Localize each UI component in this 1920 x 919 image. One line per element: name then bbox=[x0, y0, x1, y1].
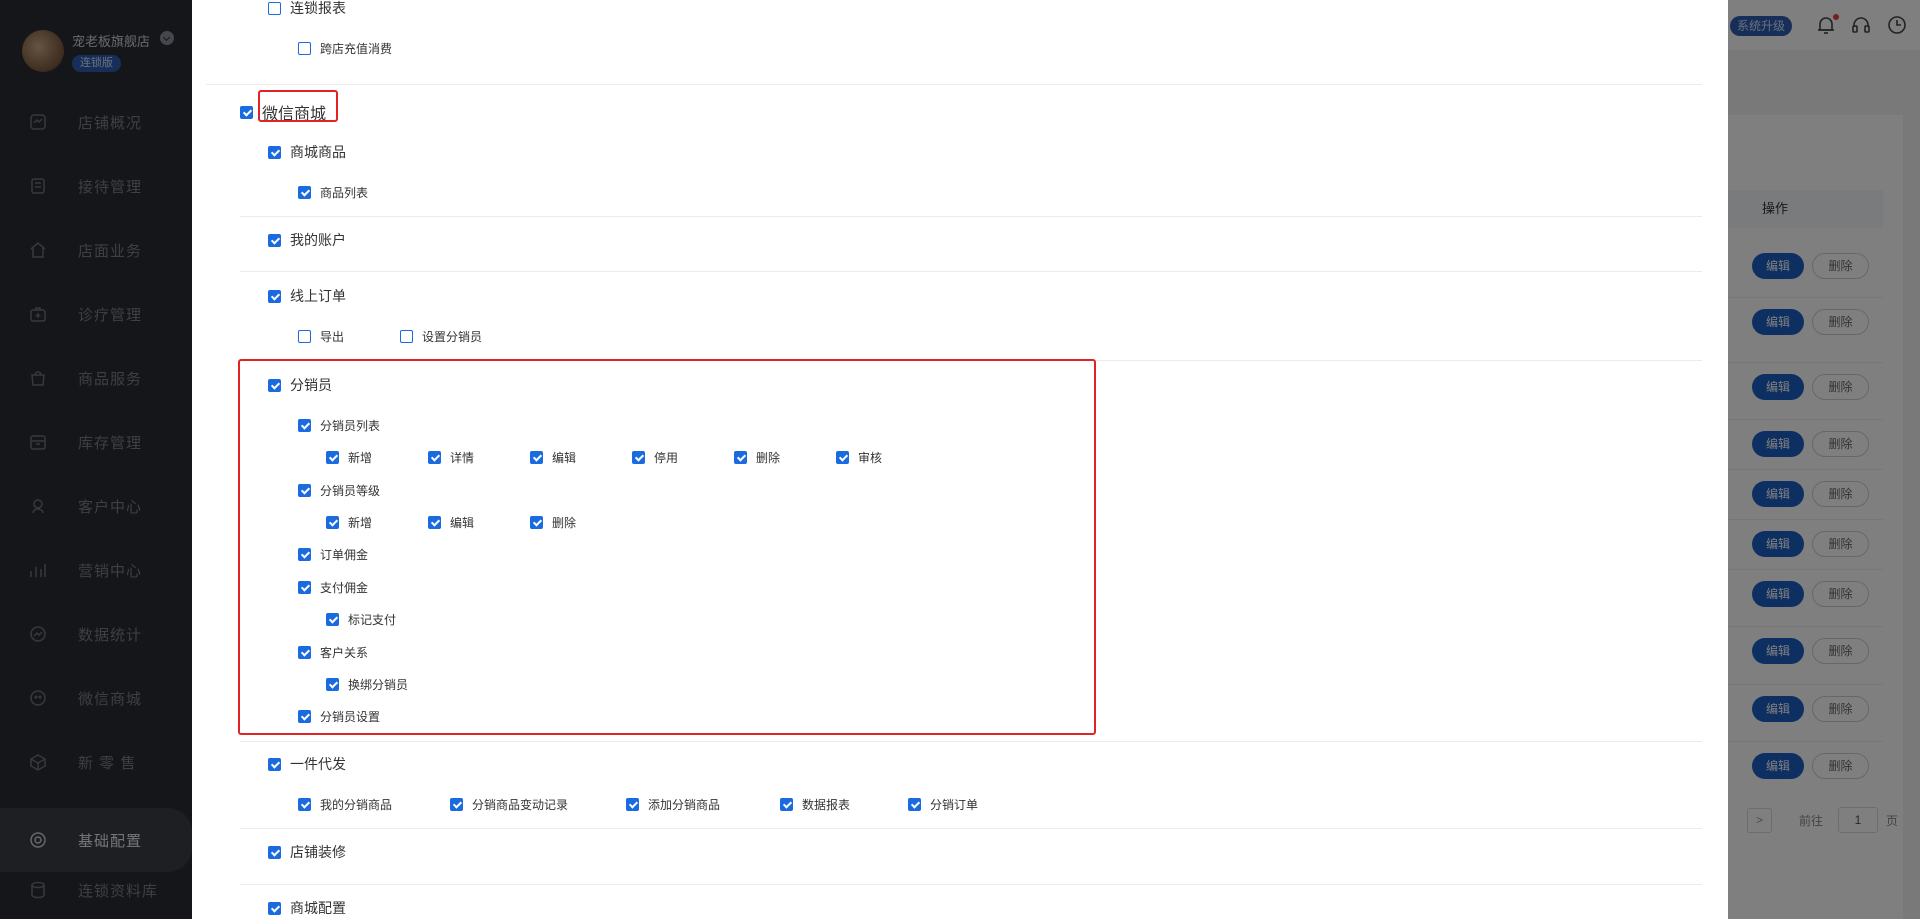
permission-goods-list[interactable]: 商品列表 bbox=[298, 184, 368, 201]
permission-label: 店铺装修 bbox=[290, 844, 346, 860]
permission-label: 我的账户 bbox=[290, 232, 346, 248]
checked-checkbox[interactable] bbox=[268, 845, 281, 859]
permission-label: 分销商品变动记录 bbox=[472, 798, 569, 812]
permission-dropship-item[interactable]: 添加分销商品 bbox=[626, 796, 720, 813]
checked-checkbox[interactable] bbox=[268, 757, 281, 771]
highlight-frame bbox=[258, 90, 338, 122]
checked-checkbox[interactable] bbox=[780, 798, 793, 811]
permission-label: 分销订单 bbox=[930, 798, 979, 812]
unchecked-checkbox[interactable] bbox=[298, 330, 311, 343]
permission-my-account[interactable]: 我的账户 bbox=[268, 230, 346, 250]
highlight-frame bbox=[238, 359, 1096, 735]
checked-checkbox[interactable] bbox=[626, 798, 639, 811]
section-divider bbox=[240, 741, 1702, 742]
section-divider bbox=[240, 271, 1702, 272]
checked-checkbox[interactable] bbox=[268, 901, 281, 915]
permission-label: 商品列表 bbox=[320, 186, 369, 200]
section-divider bbox=[240, 216, 1702, 217]
permission-label: 连锁报表 bbox=[290, 0, 346, 16]
checked-checkbox[interactable] bbox=[908, 798, 921, 811]
permission-label: 商城配置 bbox=[290, 900, 346, 916]
permission-mall-goods[interactable]: 商城商品 bbox=[268, 142, 346, 162]
section-divider bbox=[240, 884, 1702, 885]
permission-label: 一件代发 bbox=[290, 756, 346, 772]
section-divider bbox=[206, 84, 1702, 85]
unchecked-checkbox[interactable] bbox=[268, 1, 281, 15]
permission-set-distributor[interactable]: 设置分销员 bbox=[400, 328, 482, 345]
permission-dropship-item[interactable]: 分销商品变动记录 bbox=[450, 796, 568, 813]
permission-mall-config[interactable]: 商城配置 bbox=[268, 898, 346, 918]
permission-label: 数据报表 bbox=[802, 798, 851, 812]
permission-chain-report[interactable]: 连锁报表 bbox=[268, 0, 346, 18]
permission-export[interactable]: 导出 bbox=[298, 328, 344, 345]
permission-dropship-item[interactable]: 数据报表 bbox=[780, 796, 850, 813]
checked-checkbox[interactable] bbox=[450, 798, 463, 811]
permission-cross-store-topup[interactable]: 跨店充值消费 bbox=[298, 40, 392, 57]
unchecked-checkbox[interactable] bbox=[400, 330, 413, 343]
permission-label: 跨店充值消费 bbox=[320, 42, 393, 56]
checked-checkbox[interactable] bbox=[298, 798, 311, 811]
permission-online-orders[interactable]: 线上订单 bbox=[268, 286, 346, 306]
checked-checkbox[interactable] bbox=[268, 289, 281, 303]
permission-label: 添加分销商品 bbox=[648, 798, 721, 812]
permission-dropship[interactable]: 一件代发 bbox=[268, 754, 346, 774]
checked-checkbox[interactable] bbox=[268, 233, 281, 247]
checked-checkbox[interactable] bbox=[298, 186, 311, 199]
permission-store-decor[interactable]: 店铺装修 bbox=[268, 842, 346, 862]
permission-dropship-item[interactable]: 分销订单 bbox=[908, 796, 978, 813]
permission-label: 我的分销商品 bbox=[320, 798, 393, 812]
permission-dialog: 连锁报表 跨店充值消费 微信商城 商城商品 商品列表 我的账户 线上订单 导出 设置分销员 分销员… bbox=[192, 0, 1728, 919]
section-divider bbox=[240, 828, 1702, 829]
checked-checkbox[interactable] bbox=[268, 145, 281, 159]
permission-label: 导出 bbox=[320, 330, 345, 344]
permission-label: 商城商品 bbox=[290, 144, 346, 160]
permission-label: 线上订单 bbox=[290, 288, 346, 304]
permission-dropship-item[interactable]: 我的分销商品 bbox=[298, 796, 392, 813]
permission-label: 设置分销员 bbox=[422, 330, 483, 344]
checked-checkbox[interactable] bbox=[240, 105, 253, 119]
unchecked-checkbox[interactable] bbox=[298, 42, 311, 55]
